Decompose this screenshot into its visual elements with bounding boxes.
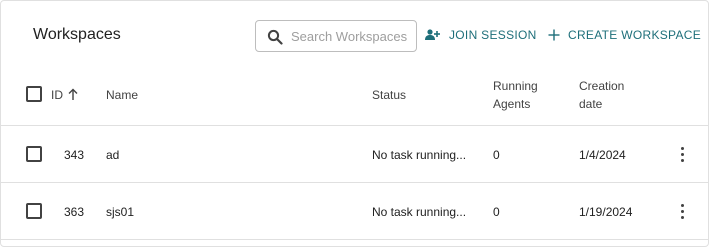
cell-running-agents: 0 <box>493 148 500 162</box>
create-workspace-button[interactable]: CREATE WORKSPACE <box>548 25 701 45</box>
search-icon <box>267 29 283 45</box>
workspaces-card: Workspaces JOIN SESSION CREATE WORKSPAC <box>0 0 709 247</box>
cell-running-agents: 0 <box>493 205 500 219</box>
creation-date-line2: date <box>579 97 603 111</box>
column-header-creation-date[interactable]: Creation date <box>579 77 624 113</box>
plus-icon <box>548 29 560 41</box>
cell-name: ad <box>106 148 120 162</box>
select-all-checkbox[interactable] <box>26 86 42 102</box>
table-row[interactable]: 343 ad No task running... 0 1/4/2024 <box>1 126 708 183</box>
column-header-name[interactable]: Name <box>106 87 138 103</box>
table-header: ID Name Status Running Agents Creation d… <box>1 65 708 126</box>
sort-arrow-up-icon[interactable] <box>67 87 79 101</box>
search-input[interactable] <box>291 21 413 51</box>
join-session-icon <box>425 29 440 40</box>
column-header-running-agents[interactable]: Running Agents <box>493 77 538 113</box>
join-session-label: JOIN SESSION <box>449 28 537 42</box>
cell-creation-date: 1/4/2024 <box>579 148 626 162</box>
column-header-status[interactable]: Status <box>372 87 406 103</box>
cell-creation-date: 1/19/2024 <box>579 205 633 219</box>
join-session-button[interactable]: JOIN SESSION <box>425 25 537 45</box>
search-box[interactable] <box>255 20 417 52</box>
cell-id: 343 <box>64 148 85 162</box>
table-row[interactable]: 363 sjs01 No task running... 0 1/19/2024 <box>1 183 708 240</box>
column-header-id[interactable]: ID <box>51 87 63 103</box>
page-title: Workspaces <box>33 26 121 43</box>
running-agents-line2: Agents <box>493 97 531 111</box>
toolbar: Workspaces JOIN SESSION CREATE WORKSPAC <box>1 1 708 65</box>
row-checkbox[interactable] <box>26 146 42 162</box>
create-workspace-label: CREATE WORKSPACE <box>568 28 702 42</box>
more-vertical-icon[interactable] <box>677 203 687 221</box>
cell-status: No task running... <box>372 148 467 162</box>
cell-id: 363 <box>64 205 85 219</box>
cell-name: sjs01 <box>106 205 135 219</box>
row-checkbox[interactable] <box>26 203 42 219</box>
more-vertical-icon[interactable] <box>677 146 687 164</box>
running-agents-line1: Running <box>493 79 538 93</box>
cell-status: No task running... <box>372 205 467 219</box>
creation-date-line1: Creation <box>579 79 625 93</box>
